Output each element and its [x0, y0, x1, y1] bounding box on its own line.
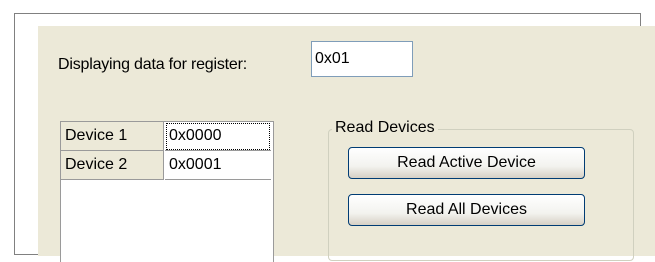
- device-name-cell[interactable]: Device 2: [61, 151, 164, 180]
- device-grid: Device 1 0x0000 Device 2 0x0001: [60, 121, 274, 262]
- read-active-device-button[interactable]: Read Active Device: [348, 147, 585, 179]
- device-name-cell[interactable]: Device 1: [61, 122, 164, 151]
- read-devices-title: Read Devices: [332, 119, 438, 137]
- register-label: Displaying data for register:: [58, 56, 247, 73]
- register-panel: Displaying data for register: 0x01 Devic…: [38, 26, 655, 262]
- table-row[interactable]: Device 1 0x0000: [61, 122, 273, 151]
- device-value-cell[interactable]: 0x0001: [165, 151, 271, 180]
- table-row[interactable]: Device 2 0x0001: [61, 151, 273, 180]
- device-value-cell[interactable]: 0x0000: [165, 122, 271, 151]
- read-all-devices-button[interactable]: Read All Devices: [348, 194, 585, 226]
- register-input[interactable]: 0x01: [311, 41, 413, 77]
